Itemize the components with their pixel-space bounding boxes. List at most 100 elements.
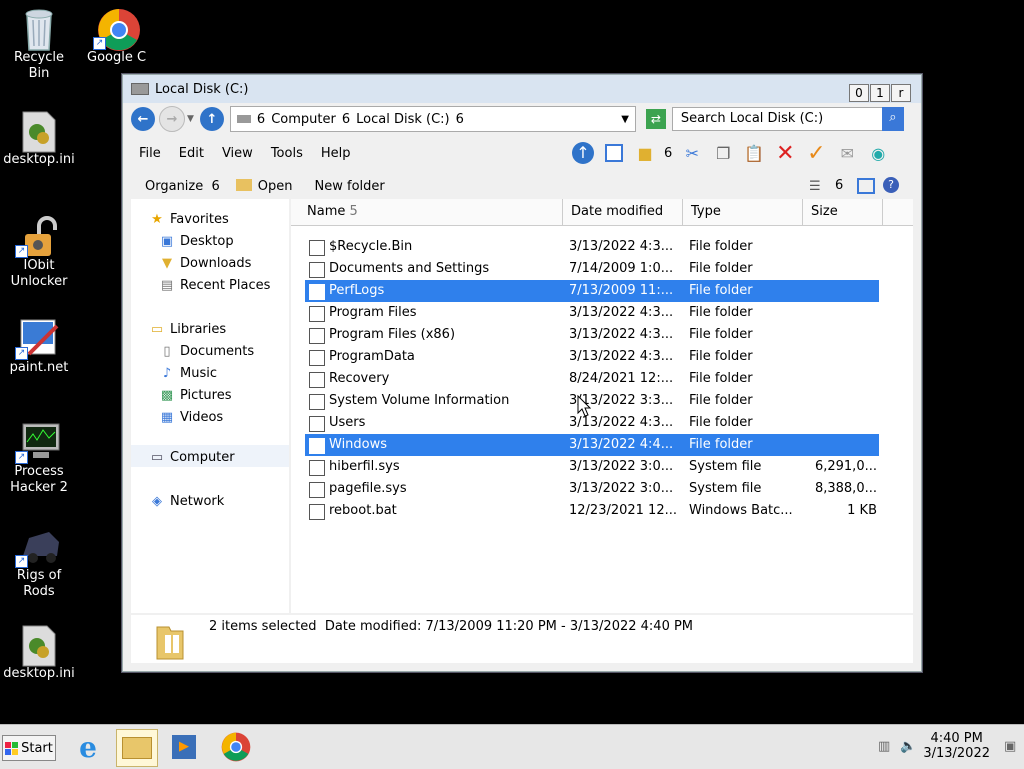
views-dropdown[interactable]: 6 — [835, 178, 843, 193]
nav-music[interactable]: ♪ Music — [159, 365, 217, 381]
search-input[interactable]: Search Local Disk (C:) ⌕ — [671, 107, 904, 131]
chrome-icon: ↗ — [93, 8, 140, 51]
up-folder-icon[interactable]: ↑ — [571, 141, 595, 165]
file-name: $Recycle.Bin — [329, 239, 413, 254]
nav-network[interactable]: ◈ Network — [149, 493, 224, 509]
file-row[interactable]: Users 3/13/2022 4:3... File folder — [305, 412, 879, 434]
maximize-button[interactable]: 1 — [870, 84, 890, 102]
file-row[interactable]: Program Files 3/13/2022 4:3... File folder — [305, 302, 879, 324]
close-button[interactable]: r — [891, 84, 911, 102]
paste-icon[interactable]: 📋 — [742, 141, 766, 165]
desktop-icon-desktop-ini[interactable]: desktop.ini — [0, 110, 78, 168]
globe-icon[interactable]: ◉ — [866, 141, 890, 165]
desktop-icon-iobit-unlocker[interactable]: ↗ IObit Unlocker — [0, 216, 78, 290]
breadcrumb-separator[interactable]: 6 — [456, 112, 464, 127]
file-row[interactable]: System Volume Information 3/13/2022 3:3..… — [305, 390, 879, 412]
forward-button[interactable]: → — [159, 106, 185, 132]
preview-pane-icon[interactable] — [857, 178, 875, 194]
cut-icon[interactable]: ✂ — [680, 141, 704, 165]
column-type[interactable]: Type — [683, 199, 803, 225]
nav-favorites[interactable]: ★ Favorites — [149, 211, 229, 227]
breadcrumb-separator[interactable]: 6 — [342, 112, 350, 127]
file-row[interactable]: $Recycle.Bin 3/13/2022 4:3... File folder — [305, 236, 879, 258]
nav-desktop[interactable]: ▣ Desktop — [159, 233, 234, 249]
desktop-icon-label: Google Chro — [87, 50, 147, 65]
nav-computer[interactable]: ▭ Computer — [149, 449, 235, 465]
refresh-button[interactable]: ⇄ — [645, 109, 666, 129]
file-name: Program Files — [329, 305, 417, 320]
folder-check-icon[interactable]: ■ — [633, 141, 657, 165]
file-row[interactable]: Windows 3/13/2022 4:4... File folder — [305, 434, 879, 456]
desktop-icon-desktop-ini-2[interactable]: desktop.ini — [0, 624, 78, 682]
breadcrumb-local-disk[interactable]: Local Disk (C:) — [356, 112, 449, 127]
menu-tools[interactable]: Tools — [271, 146, 303, 161]
file-row[interactable]: ProgramData 3/13/2022 4:3... File folder — [305, 346, 879, 368]
open-button[interactable]: Open — [235, 178, 293, 194]
address-dropdown-icon[interactable]: ▼ — [621, 114, 629, 125]
start-button[interactable]: Start — [2, 735, 56, 761]
email-icon[interactable]: ✉ — [835, 141, 859, 165]
column-name[interactable]: Name 5 — [291, 199, 563, 225]
copy-icon[interactable]: ❐ — [711, 141, 735, 165]
search-icon[interactable]: ⌕ — [881, 107, 904, 131]
checkmark-icon[interactable]: ✓ — [804, 141, 828, 166]
menu-edit[interactable]: Edit — [179, 146, 204, 161]
nav-recent-places[interactable]: ▤ Recent Places — [159, 277, 271, 293]
nav-pictures[interactable]: ▩ Pictures — [159, 387, 232, 403]
minimize-button[interactable]: 0 — [849, 84, 869, 102]
title-bar[interactable]: Local Disk (C:) 0 1 r — [123, 75, 921, 103]
file-row[interactable]: reboot.bat 12/23/2021 12... Windows Batc..… — [305, 500, 879, 522]
desktop-icon-recycle-bin[interactable]: Recycle Bin — [0, 8, 78, 82]
recent-pages-dropdown-icon[interactable]: ▼ — [187, 114, 194, 124]
taskbar-ie[interactable]: e — [68, 729, 108, 765]
toolbar-dropdown-glyph[interactable]: 6 — [664, 146, 672, 161]
nav-documents[interactable]: ▯ Documents — [159, 343, 254, 359]
shortcut-arrow-icon: ↗ — [15, 555, 28, 568]
file-row[interactable]: pagefile.sys 3/13/2022 3:0... System file 8… — [305, 478, 879, 500]
nav-downloads[interactable]: ▼ Downloads — [159, 255, 251, 271]
menu-view[interactable]: View — [222, 146, 253, 161]
desktop-icon-process-hacker[interactable]: ↗ Process Hacker 2 — [0, 422, 78, 496]
menu-help[interactable]: Help — [321, 146, 351, 161]
desktop-icon-rigs-of-rods[interactable]: ↗ Rigs of Rods — [0, 526, 78, 600]
views-icon[interactable]: ☰ — [809, 179, 821, 194]
file-type: File folder — [689, 261, 753, 276]
panes-icon[interactable] — [602, 141, 626, 165]
file-type: File folder — [689, 239, 753, 254]
file-row[interactable]: Documents and Settings 7/14/2009 1:0... Fi… — [305, 258, 879, 280]
taskbar-chrome[interactable] — [216, 729, 256, 765]
file-row[interactable]: PerfLogs 7/13/2009 11:... File folder — [305, 280, 879, 302]
file-row[interactable]: Program Files (x86) 3/13/2022 4:3... File … — [305, 324, 879, 346]
nav-videos[interactable]: ▦ Videos — [159, 409, 223, 425]
help-icon[interactable]: ? — [883, 177, 899, 193]
organize-button[interactable]: Organize 6 — [145, 179, 220, 194]
column-size[interactable]: Size — [803, 199, 883, 225]
network-tray-icon[interactable]: ▥ — [878, 739, 890, 754]
folder-open-icon — [235, 178, 252, 191]
folder-icon — [309, 328, 325, 344]
new-folder-button[interactable]: New folder — [315, 179, 385, 194]
column-date[interactable]: Date modified — [563, 199, 683, 225]
address-bar[interactable]: 6 Computer 6 Local Disk (C:) 6 ▼ — [229, 106, 636, 132]
delete-icon[interactable]: ✕ — [773, 141, 797, 166]
volume-tray-icon[interactable]: 🔈 — [900, 739, 916, 754]
file-row[interactable]: hiberfil.sys 3/13/2022 3:0... System file 6… — [305, 456, 879, 478]
file-row[interactable]: Recovery 8/24/2021 12:... File folder — [305, 368, 879, 390]
clock[interactable]: 4:40 PM 3/13/2022 — [923, 731, 990, 761]
desktop-icon-chrome[interactable]: ↗ Google Chro — [78, 8, 156, 66]
up-button[interactable]: ↑ — [199, 107, 224, 131]
taskbar-media-player[interactable]: ▶ — [164, 729, 204, 765]
music-icon: ♪ — [162, 365, 172, 381]
file-type: File folder — [689, 437, 753, 452]
desktop-icon-label: Rigs of Rods — [16, 568, 62, 599]
menu-file[interactable]: File — [139, 146, 161, 161]
nav-label: Desktop — [180, 233, 234, 249]
notification-tray-icon[interactable]: ▣ — [1004, 739, 1016, 754]
desktop-icon-paint-net[interactable]: ↗ paint.net — [0, 318, 78, 376]
taskbar-explorer[interactable] — [116, 729, 158, 767]
nav-libraries[interactable]: ▭ Libraries — [149, 321, 226, 337]
back-button[interactable]: ← — [131, 107, 155, 131]
recent-places-icon: ▤ — [160, 277, 174, 293]
breadcrumb-computer[interactable]: Computer — [271, 112, 336, 127]
breadcrumb-separator[interactable]: 6 — [257, 112, 265, 127]
